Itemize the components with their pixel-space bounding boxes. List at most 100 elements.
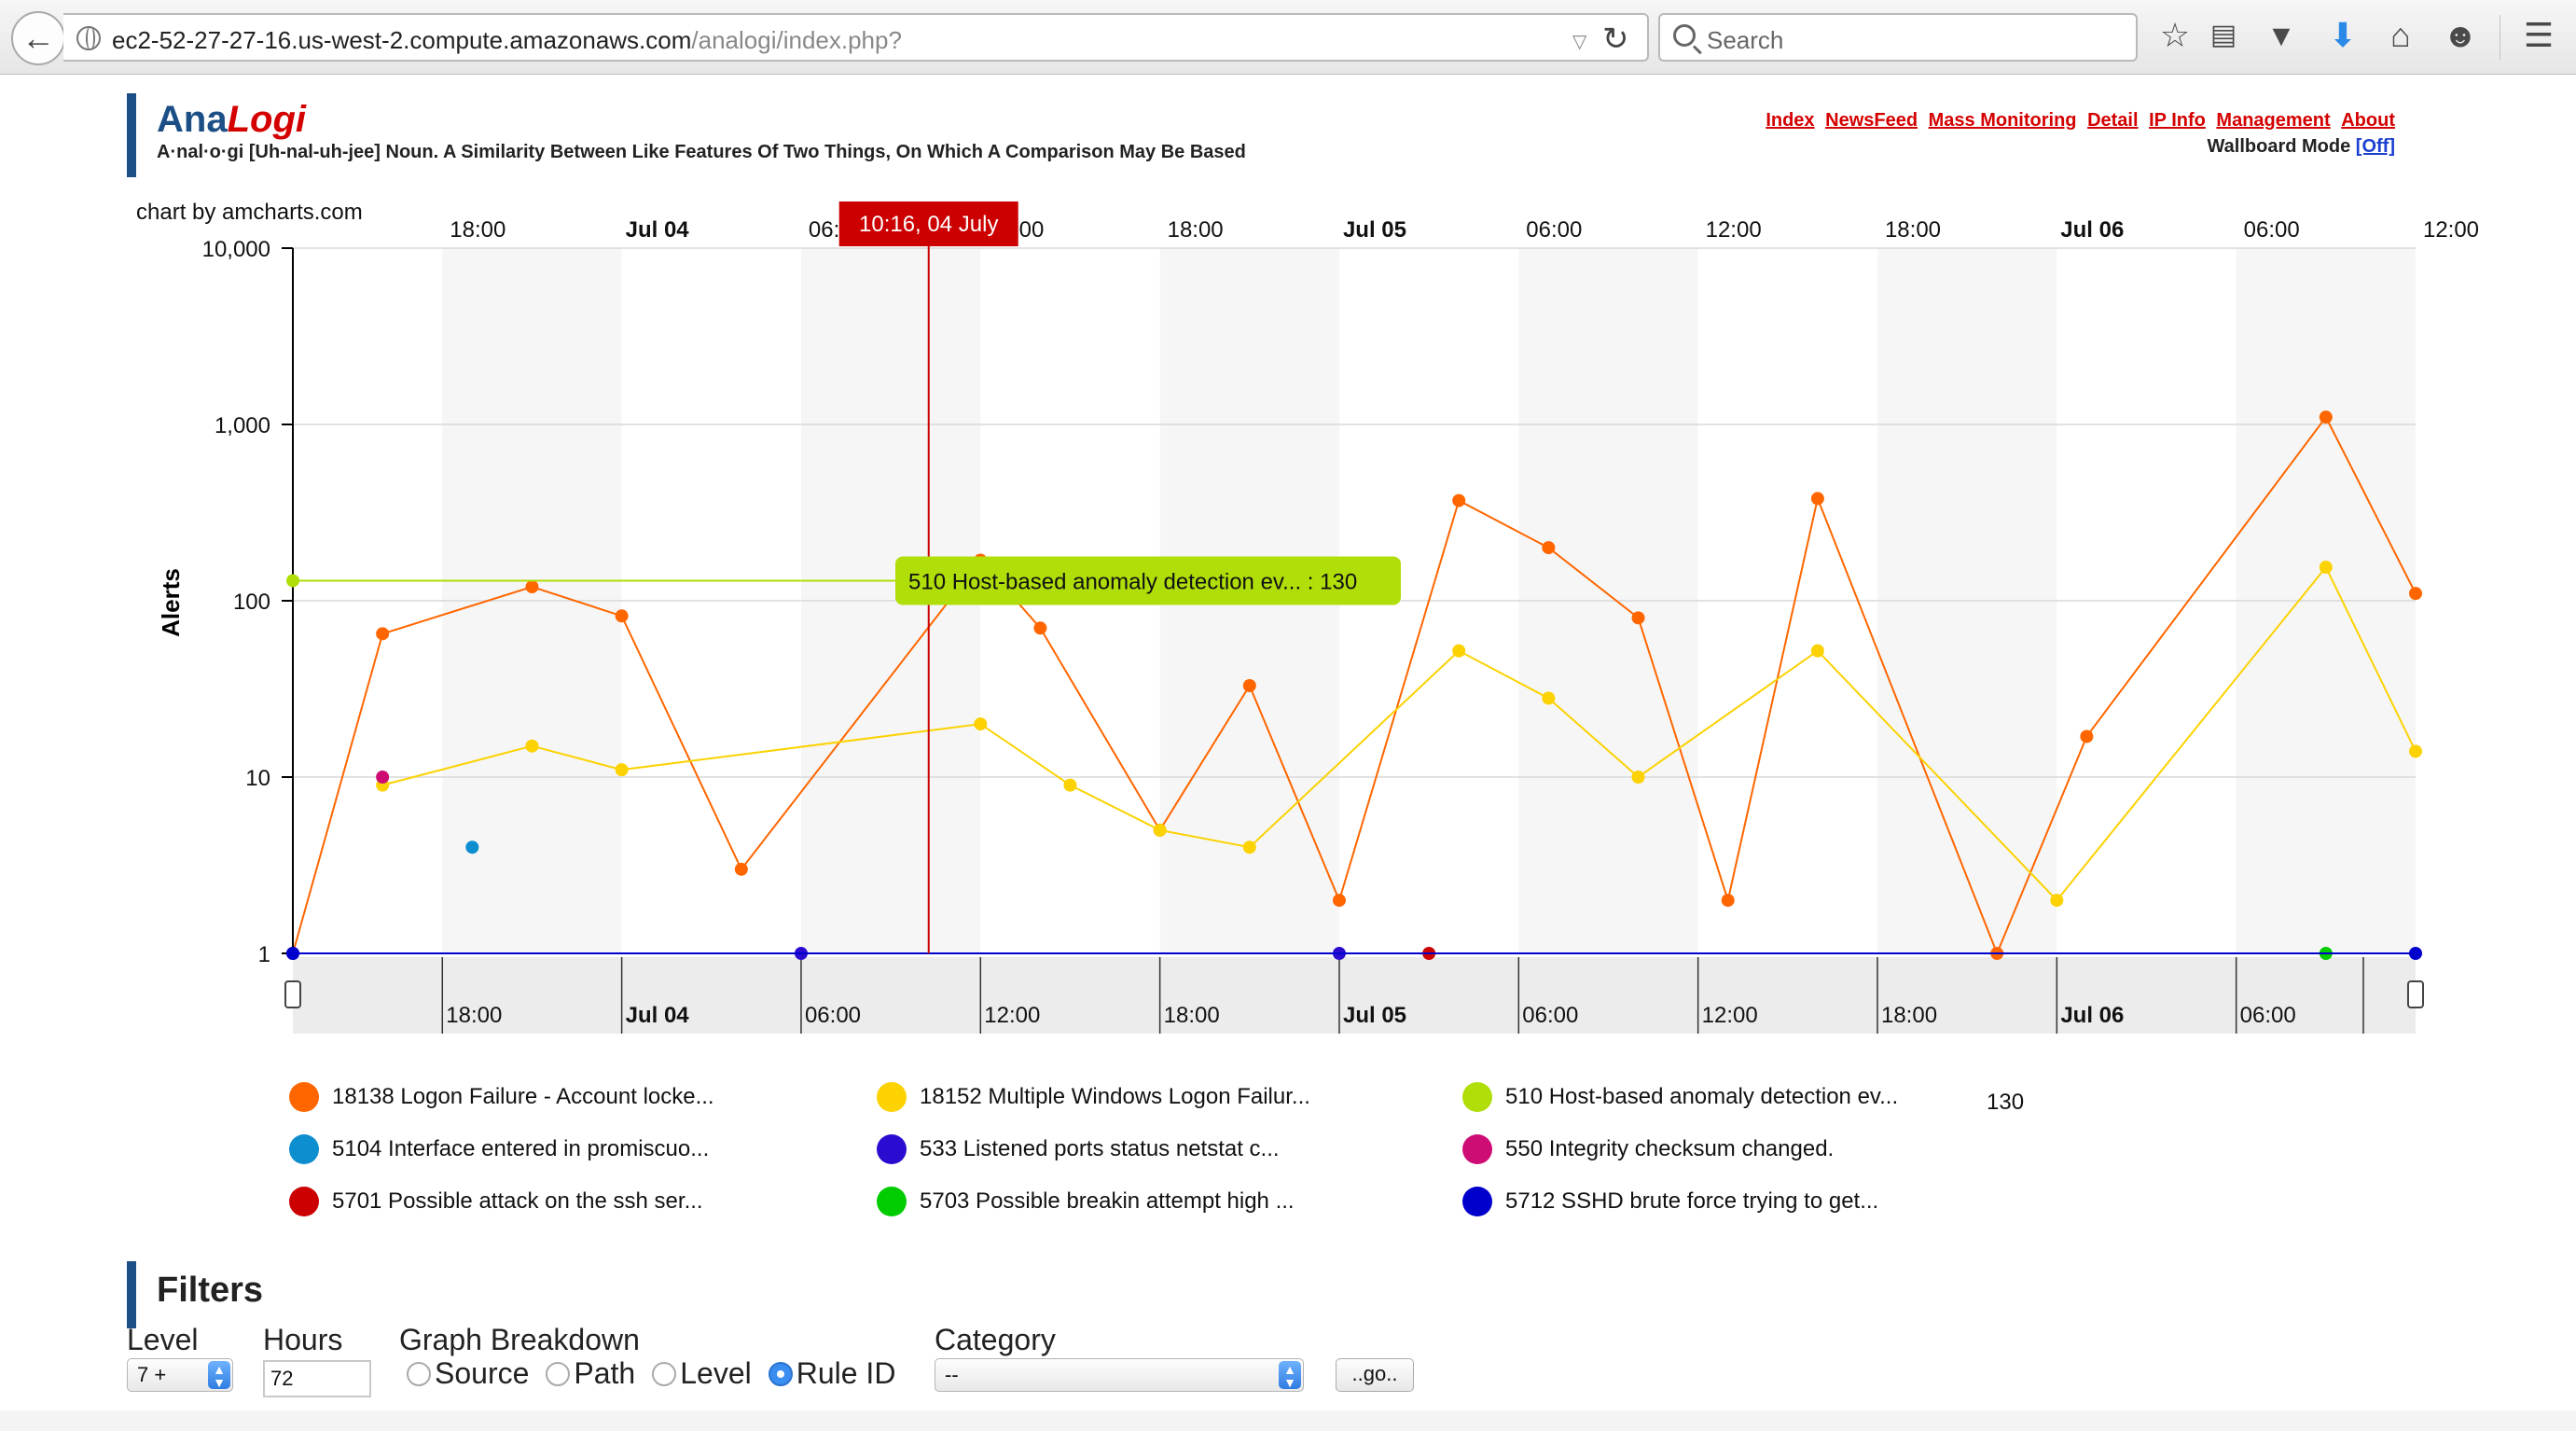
- scrollbar-tick-label: 12:00: [984, 1003, 1040, 1028]
- scrollbar-tick-label: Jul 05: [1343, 1003, 1406, 1028]
- scrollbar-right-grip-icon: [2407, 980, 2424, 1008]
- radio-source-label: Source: [435, 1356, 530, 1390]
- scrollbar-left-grip-icon: [284, 980, 301, 1008]
- cursor-label: 10:16, 04 July: [859, 212, 998, 237]
- x-tick-label: 18:00: [450, 217, 506, 243]
- legend-item[interactable]: 5703 Possible breakin attempt high ...: [877, 1187, 1295, 1216]
- data-point: [1242, 841, 1256, 854]
- y-tick-label: 1: [258, 942, 270, 967]
- data-point: [974, 717, 988, 731]
- hours-label: Hours: [263, 1323, 343, 1356]
- legend-label: 5703 Possible breakin attempt high ...: [920, 1188, 1295, 1214]
- legend-label: 5701 Possible attack on the ssh ser...: [332, 1188, 703, 1214]
- data-point: [1631, 611, 1645, 625]
- legend-label: 550 Integrity checksum changed.: [1505, 1136, 1835, 1161]
- data-point: [525, 739, 539, 753]
- legend-value: 130: [1987, 1090, 2025, 1115]
- data-point: [2319, 410, 2333, 424]
- data-point: [615, 763, 629, 777]
- radio-path-label: Path: [574, 1356, 636, 1390]
- radio-level-label: Level: [680, 1356, 752, 1390]
- data-point: [2319, 561, 2333, 575]
- data-point: [1721, 894, 1735, 908]
- go-button[interactable]: ..go..: [1336, 1358, 1414, 1392]
- series-line: [381, 565, 2417, 902]
- data-point: [1332, 894, 1346, 908]
- legend-marker[interactable]: [1462, 1082, 1492, 1112]
- data-point: [1452, 644, 1466, 658]
- radio-button[interactable]: [407, 1361, 431, 1386]
- data-point: [1542, 691, 1556, 705]
- x-tick-label: 18:00: [1885, 217, 1941, 243]
- legend-marker[interactable]: [289, 1082, 319, 1112]
- x-tick-label: Jul 05: [1343, 217, 1406, 243]
- page-bottom-band: [0, 1410, 2576, 1431]
- legend-label: 5712 SSHD brute force trying to get...: [1505, 1188, 1879, 1214]
- x-tick-label: 06:00: [2244, 217, 2300, 243]
- legend-label: 18152 Multiple Windows Logon Failur...: [920, 1084, 1310, 1109]
- x-tick-label: Jul 06: [2060, 217, 2124, 243]
- x-tick-label: 12:00: [1706, 217, 1762, 243]
- filters-accent-bar: [127, 1261, 136, 1328]
- legend-label: 5104 Interface entered in promiscuo...: [332, 1136, 710, 1161]
- data-point: [286, 947, 299, 960]
- data-point: [2409, 587, 2422, 601]
- legend-item[interactable]: 5701 Possible attack on the ssh ser...: [289, 1187, 703, 1216]
- level-label: Level: [127, 1323, 199, 1356]
- radio-level[interactable]: Level: [652, 1356, 752, 1391]
- legend-item[interactable]: 510 Host-based anomaly detection ev...: [1462, 1082, 1898, 1112]
- radio-source[interactable]: Source: [407, 1356, 529, 1391]
- x-tick-label: 18:00: [1168, 217, 1224, 243]
- level-select[interactable]: 7 + ▲ ▼: [127, 1358, 233, 1392]
- hours-input[interactable]: [263, 1360, 371, 1397]
- data-point: [2409, 744, 2422, 758]
- x-tick-label: 06:00: [1526, 217, 1582, 243]
- data-point: [1153, 823, 1167, 837]
- y-axis-label: Alerts: [157, 568, 185, 637]
- data-point: [1810, 492, 1824, 506]
- y-tick-label: 1,000: [215, 413, 270, 438]
- scrollbar-tick-label: Jul 04: [626, 1003, 690, 1028]
- data-point: [2409, 947, 2422, 960]
- data-point: [1242, 679, 1256, 693]
- radio-rule-id-label: Rule ID: [796, 1356, 896, 1390]
- legend-marker[interactable]: [877, 1187, 907, 1216]
- legend-label: 18138 Logon Failure - Account locke...: [332, 1084, 714, 1109]
- scrollbar-tick-label: 06:00: [1522, 1003, 1578, 1028]
- select-arrows-icon: ▲ ▼: [1279, 1361, 1301, 1389]
- scrollbar-tick-label: 12:00: [1702, 1003, 1758, 1028]
- legend-marker[interactable]: [1462, 1187, 1492, 1216]
- legend-item[interactable]: 5712 SSHD brute force trying to get...: [1462, 1187, 1878, 1216]
- scrollbar-tick-label: 18:00: [1881, 1003, 1937, 1028]
- legend-item[interactable]: 533 Listened ports status netstat c...: [877, 1134, 1280, 1164]
- data-point: [465, 841, 479, 854]
- data-point: [1033, 621, 1047, 635]
- radio-button[interactable]: [546, 1361, 571, 1386]
- y-tick-label: 10,000: [202, 237, 270, 262]
- data-point: [376, 771, 390, 784]
- legend-item[interactable]: 550 Integrity checksum changed.: [1462, 1134, 1834, 1164]
- scrollbar-tick-label: 18:00: [446, 1003, 502, 1028]
- radio-button[interactable]: [652, 1361, 677, 1386]
- legend-item[interactable]: 18138 Logon Failure - Account locke...: [289, 1082, 714, 1112]
- radio-button-selected[interactable]: [768, 1361, 793, 1386]
- legend-marker[interactable]: [877, 1134, 907, 1164]
- radio-path[interactable]: Path: [546, 1356, 635, 1391]
- legend-item[interactable]: 5104 Interface entered in promiscuo...: [289, 1134, 709, 1164]
- data-point: [615, 609, 629, 623]
- legend-marker[interactable]: [877, 1082, 907, 1112]
- legend-item[interactable]: 18152 Multiple Windows Logon Failur...: [877, 1082, 1310, 1112]
- radio-rule-id[interactable]: Rule ID: [768, 1356, 896, 1391]
- data-point: [2080, 729, 2094, 743]
- tooltip-text: 510 Host-based anomaly detection ev... :…: [908, 569, 1357, 594]
- legend-marker[interactable]: [289, 1187, 319, 1216]
- category-value: --: [945, 1363, 959, 1386]
- legend-marker[interactable]: [1462, 1134, 1492, 1164]
- legend-marker[interactable]: [289, 1134, 319, 1164]
- data-point: [1452, 493, 1466, 507]
- level-value: 7 +: [137, 1363, 167, 1386]
- data-point: [1810, 644, 1824, 658]
- data-point: [525, 580, 539, 594]
- category-select[interactable]: -- ▲ ▼: [935, 1358, 1304, 1392]
- scrollbar-tick-label: Jul 06: [2060, 1003, 2124, 1028]
